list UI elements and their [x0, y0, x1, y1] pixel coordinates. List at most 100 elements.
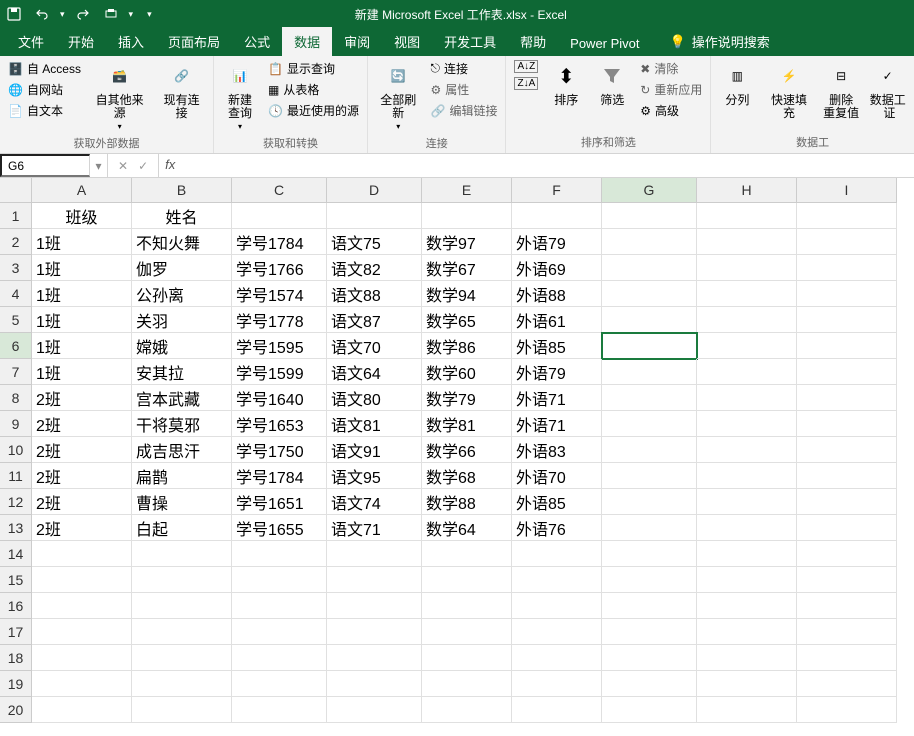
cell-D6[interactable]: 语文70 — [327, 333, 422, 359]
from-access-button[interactable]: 🗄️自 Access — [6, 58, 83, 79]
cell-B11[interactable]: 扁鹊 — [132, 463, 232, 489]
cell-F16[interactable] — [512, 593, 602, 619]
cell-A1[interactable]: 班级 — [32, 203, 132, 229]
remove-dup-button[interactable]: ⊟删除 重复值 — [821, 58, 862, 122]
row-header-18[interactable]: 18 — [0, 645, 32, 671]
cell-E10[interactable]: 数学66 — [422, 437, 512, 463]
cell-E15[interactable] — [422, 567, 512, 593]
cell-D12[interactable]: 语文74 — [327, 489, 422, 515]
cell-H8[interactable] — [697, 385, 797, 411]
cell-A17[interactable] — [32, 619, 132, 645]
cell-A16[interactable] — [32, 593, 132, 619]
cell-B8[interactable]: 宫本武藏 — [132, 385, 232, 411]
cell-B12[interactable]: 曹操 — [132, 489, 232, 515]
cell-I5[interactable] — [797, 307, 897, 333]
name-box-dropdown[interactable]: ▾ — [90, 154, 108, 177]
text-to-columns-button[interactable]: ▥分列 — [717, 58, 757, 109]
cell-D11[interactable]: 语文95 — [327, 463, 422, 489]
cell-B18[interactable] — [132, 645, 232, 671]
cell-G11[interactable] — [602, 463, 697, 489]
new-query-button[interactable]: 📊新建 查询▾ — [220, 58, 260, 133]
tab-Power Pivot[interactable]: Power Pivot — [558, 31, 651, 56]
cell-G6[interactable] — [602, 333, 697, 359]
row-header-10[interactable]: 10 — [0, 437, 32, 463]
print-preview-button[interactable] — [101, 4, 121, 24]
cell-C16[interactable] — [232, 593, 327, 619]
cell-A4[interactable]: 1班 — [32, 281, 132, 307]
tell-me-search[interactable]: 💡操作说明搜索 — [660, 27, 780, 56]
cell-F13[interactable]: 外语76 — [512, 515, 602, 541]
cell-I12[interactable] — [797, 489, 897, 515]
clear-filter-button[interactable]: ✖清除 — [638, 58, 704, 79]
cell-H14[interactable] — [697, 541, 797, 567]
cell-D2[interactable]: 语文75 — [327, 229, 422, 255]
cell-I13[interactable] — [797, 515, 897, 541]
cell-C9[interactable]: 学号1653 — [232, 411, 327, 437]
enter-icon[interactable]: ✓ — [138, 159, 148, 173]
row-header-7[interactable]: 7 — [0, 359, 32, 385]
cell-C12[interactable]: 学号1651 — [232, 489, 327, 515]
tab-公式[interactable]: 公式 — [232, 27, 282, 56]
cell-G8[interactable] — [602, 385, 697, 411]
cell-F7[interactable]: 外语79 — [512, 359, 602, 385]
col-header-A[interactable]: A — [32, 178, 132, 203]
cell-E13[interactable]: 数学64 — [422, 515, 512, 541]
cell-A20[interactable] — [32, 697, 132, 723]
row-header-14[interactable]: 14 — [0, 541, 32, 567]
advanced-filter-button[interactable]: ⚙高级 — [638, 100, 704, 121]
refresh-all-button[interactable]: 🔄全部刷新▾ — [374, 58, 423, 133]
cell-F19[interactable] — [512, 671, 602, 697]
row-header-19[interactable]: 19 — [0, 671, 32, 697]
select-all-corner[interactable] — [0, 178, 32, 203]
cell-F18[interactable] — [512, 645, 602, 671]
sort-asc-button[interactable]: A↓Z — [512, 58, 540, 75]
cell-B20[interactable] — [132, 697, 232, 723]
row-header-4[interactable]: 4 — [0, 281, 32, 307]
cell-D20[interactable] — [327, 697, 422, 723]
cell-D19[interactable] — [327, 671, 422, 697]
cell-H9[interactable] — [697, 411, 797, 437]
cell-E1[interactable] — [422, 203, 512, 229]
cell-D10[interactable]: 语文91 — [327, 437, 422, 463]
row-header-15[interactable]: 15 — [0, 567, 32, 593]
cell-H17[interactable] — [697, 619, 797, 645]
cell-F12[interactable]: 外语85 — [512, 489, 602, 515]
cell-B16[interactable] — [132, 593, 232, 619]
cell-B17[interactable] — [132, 619, 232, 645]
cell-G19[interactable] — [602, 671, 697, 697]
properties-button[interactable]: ⚙属性 — [429, 79, 500, 100]
cell-H13[interactable] — [697, 515, 797, 541]
cell-I10[interactable] — [797, 437, 897, 463]
cell-A18[interactable] — [32, 645, 132, 671]
flash-fill-button[interactable]: ⚡快速填充 — [763, 58, 814, 122]
cell-C18[interactable] — [232, 645, 327, 671]
col-header-D[interactable]: D — [327, 178, 422, 203]
tab-审阅[interactable]: 审阅 — [332, 27, 382, 56]
cell-A19[interactable] — [32, 671, 132, 697]
cell-H20[interactable] — [697, 697, 797, 723]
cell-A5[interactable]: 1班 — [32, 307, 132, 333]
cell-I6[interactable] — [797, 333, 897, 359]
col-header-I[interactable]: I — [797, 178, 897, 203]
cell-C6[interactable]: 学号1595 — [232, 333, 327, 359]
cell-B7[interactable]: 安其拉 — [132, 359, 232, 385]
cell-I7[interactable] — [797, 359, 897, 385]
cell-G4[interactable] — [602, 281, 697, 307]
cell-E3[interactable]: 数学67 — [422, 255, 512, 281]
from-table-button[interactable]: ▦从表格 — [266, 79, 361, 100]
tab-页面布局[interactable]: 页面布局 — [156, 27, 232, 56]
cell-F11[interactable]: 外语70 — [512, 463, 602, 489]
cell-F1[interactable] — [512, 203, 602, 229]
cell-E5[interactable]: 数学65 — [422, 307, 512, 333]
cell-F14[interactable] — [512, 541, 602, 567]
cell-G5[interactable] — [602, 307, 697, 333]
cell-I16[interactable] — [797, 593, 897, 619]
cell-E2[interactable]: 数学97 — [422, 229, 512, 255]
cell-G13[interactable] — [602, 515, 697, 541]
row-header-11[interactable]: 11 — [0, 463, 32, 489]
existing-conn-button[interactable]: 🔗现有连接 — [156, 58, 207, 122]
connections-button[interactable]: ⎋连接 — [429, 58, 500, 79]
cell-A13[interactable]: 2班 — [32, 515, 132, 541]
cell-I15[interactable] — [797, 567, 897, 593]
cell-B9[interactable]: 干将莫邪 — [132, 411, 232, 437]
